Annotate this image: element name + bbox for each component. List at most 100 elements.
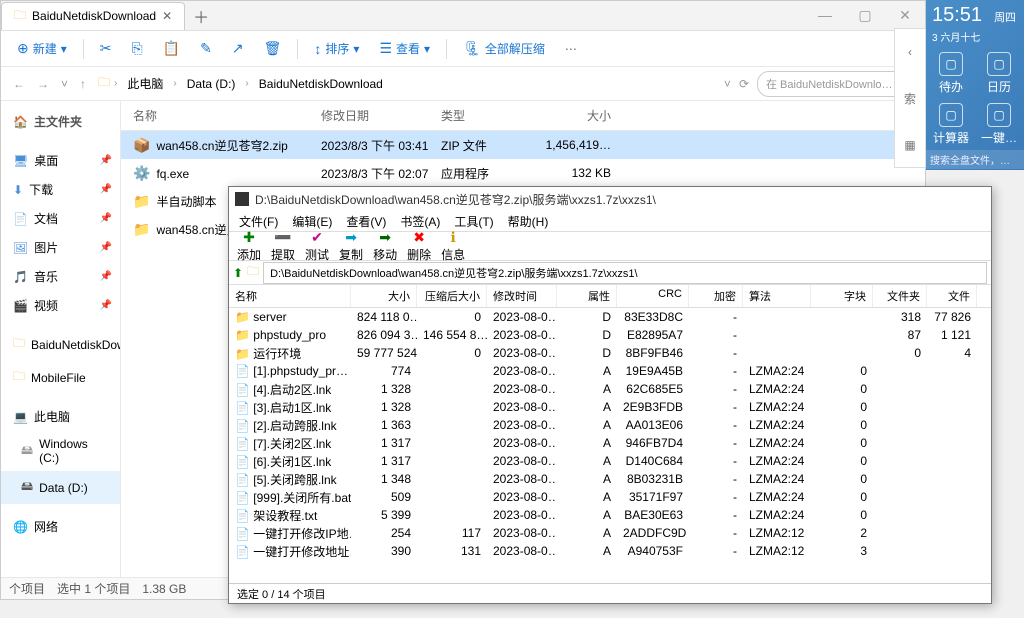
cut-button[interactable]: ✂ xyxy=(92,36,120,61)
sidebar-documents[interactable]: 📄文档📌 xyxy=(1,204,120,233)
zip-col-name[interactable]: 名称 xyxy=(229,285,351,307)
new-tab-button[interactable]: ＋ xyxy=(193,4,209,28)
file-icon: 📦 xyxy=(133,137,150,153)
column-size[interactable]: 大小 xyxy=(531,107,631,124)
tab-close-icon[interactable]: ✕ xyxy=(162,9,172,23)
zip-col-attr[interactable]: 属性 xyxy=(557,285,617,307)
file-row[interactable]: ⚙️fq.exe2023/8/3 下午 02:07应用程序132 KB xyxy=(121,159,925,187)
share-button[interactable]: ↗ xyxy=(224,36,252,61)
refresh-button[interactable]: ⟳ xyxy=(739,77,749,91)
delete-button[interactable]: 🗑 xyxy=(256,36,290,61)
widget-shortcut[interactable]: ▢待办 xyxy=(931,52,971,95)
chevron-left-icon[interactable]: ‹ xyxy=(908,45,912,59)
zip-row[interactable]: 📁 server824 118 0…02023-08-0…D83E33D8C-3… xyxy=(229,308,991,326)
new-button[interactable]: ⊕ 新建 ▾ xyxy=(9,36,75,61)
column-type[interactable]: 类型 xyxy=(441,107,531,124)
sidebar-pictures[interactable]: 🖼图片📌 xyxy=(1,233,120,262)
zip-cell-attr: D xyxy=(557,345,617,361)
view-button[interactable]: ☰ 查看 ▾ xyxy=(371,36,438,61)
recent-button[interactable]: ˅ xyxy=(57,73,72,95)
more-button[interactable]: ⋯ xyxy=(557,38,585,60)
close-button[interactable]: ✕ xyxy=(885,1,925,29)
widget-shortcut[interactable]: ▢日历 xyxy=(979,52,1019,95)
breadcrumb-item[interactable]: Data (D:) xyxy=(181,75,242,93)
up-button[interactable]: ↑ xyxy=(76,73,90,95)
zip-row[interactable]: 📄 [4].启动2区.lnk1 3282023-08-0…A62C685E5-L… xyxy=(229,380,991,398)
zip-col-crc[interactable]: CRC xyxy=(617,285,689,307)
breadcrumb-item[interactable]: BaiduNetdiskDownload xyxy=(253,75,389,93)
zip-extract-button[interactable]: ➖提取 xyxy=(267,229,299,263)
zip-cell-folders xyxy=(873,478,927,480)
column-name[interactable]: 名称 xyxy=(121,107,321,124)
zip-row[interactable]: 📄 [6].关闭1区.lnk1 3172023-08-0…AD140C684-L… xyxy=(229,452,991,470)
copy-button[interactable]: ⎘ xyxy=(124,36,151,61)
zip-cell-name: 📁 phpstudy_pro xyxy=(229,327,351,343)
zip-row[interactable]: 📄 [3].启动1区.lnk1 3282023-08-0…A2E9B3FDB-L… xyxy=(229,398,991,416)
sidebar-music[interactable]: 🎵音乐📌 xyxy=(1,262,120,291)
zip-col-block[interactable]: 字块 xyxy=(811,285,873,307)
tab[interactable]: 🗀 BaiduNetdiskDownload ✕ xyxy=(1,2,185,30)
zip-row[interactable]: 📄 一键打开修改地址…3901312023-08-0…AA940753F-LZM… xyxy=(229,542,991,560)
zip-move-button[interactable]: ➡移动 xyxy=(369,229,401,263)
zip-row[interactable]: 📄 架设教程.txt5 3992023-08-0…ABAE30E63-LZMA2… xyxy=(229,506,991,524)
sidebar-home[interactable]: 🏠 主文件夹 xyxy=(1,105,120,138)
forward-button[interactable]: → xyxy=(33,73,53,95)
zip-row[interactable]: 📄 [999].关闭所有.bat5092023-08-0…A35171F97-L… xyxy=(229,488,991,506)
zip-delete-button[interactable]: ✖删除 xyxy=(403,229,435,263)
sidebar-downloads[interactable]: ⬇下载📌 xyxy=(1,175,120,204)
sevenzip-icon xyxy=(235,192,249,206)
search-input[interactable]: 在 BaiduNetdiskDownlo… xyxy=(757,71,917,97)
zip-col-enc[interactable]: 加密 xyxy=(689,285,743,307)
sidebar-thispc[interactable]: 💻此电脑 xyxy=(1,402,120,431)
zip-menu-item[interactable]: 帮助(H) xyxy=(502,211,555,232)
zip-row[interactable]: 📁 运行环境59 777 52402023-08-0…D8BF9FB46-04 xyxy=(229,344,991,362)
sort-button[interactable]: ↕ 排序 ▾ xyxy=(306,36,367,61)
toolbar: ⊕ 新建 ▾ ✂ ⎘ 📋 ✎ ↗ 🗑 ↕ 排序 ▾ ☰ 查看 ▾ 🗜 全部解压缩… xyxy=(1,31,925,67)
zip-row[interactable]: 📄 [5].关闭跨服.lnk1 3482023-08-0…A8B03231B-L… xyxy=(229,470,991,488)
file-row[interactable]: 📦wan458.cn逆见苍穹2.zip2023/8/3 下午 03:41ZIP … xyxy=(121,131,925,159)
widget-shortcut[interactable]: ▢一键… xyxy=(979,103,1019,146)
zip-titlebar[interactable]: D:\BaiduNetdiskDownload\wan458.cn逆见苍穹2.z… xyxy=(229,187,991,211)
zip-col-algo[interactable]: 算法 xyxy=(743,285,811,307)
zip-col-folders[interactable]: 文件夹 xyxy=(873,285,927,307)
rename-button[interactable]: ✎ xyxy=(192,36,220,61)
up-icon[interactable]: ⬆ xyxy=(233,266,243,280)
zip-add-button[interactable]: ✚添加 xyxy=(233,229,265,263)
zip-cell-block xyxy=(811,316,873,318)
zip-col-mtime[interactable]: 修改时间 xyxy=(487,285,557,307)
back-button[interactable]: ← xyxy=(9,73,29,95)
maximize-button[interactable]: ▢ xyxy=(845,1,885,29)
chevron-down-icon[interactable]: ˅ xyxy=(724,77,731,91)
minimize-button[interactable]: — xyxy=(805,1,845,29)
zip-info-button[interactable]: ℹ信息 xyxy=(437,229,469,263)
zip-row[interactable]: 📄 [2].启动跨服.lnk1 3632023-08-0…AAA013E06-L… xyxy=(229,416,991,434)
zip-row[interactable]: 📄 一键打开修改IP地…2541172023-08-0…A2ADDFC9D-LZ… xyxy=(229,524,991,542)
breadcrumb-item[interactable]: 此电脑 xyxy=(121,73,169,94)
grid-icon[interactable]: ▦ xyxy=(904,138,915,152)
sidebar-network[interactable]: 🌐网络 xyxy=(1,512,120,541)
sidebar-folder[interactable]: 🗀BaiduNetdiskDow xyxy=(1,328,120,361)
zip-test-button[interactable]: ✔测试 xyxy=(301,229,333,263)
widget-shortcut[interactable]: ▢计算器 xyxy=(931,103,971,146)
extract-all-button[interactable]: 🗜 全部解压缩 xyxy=(455,36,553,61)
zip-row[interactable]: 📄 [1].phpstudy_pr…7742023-08-0…A19E9A45B… xyxy=(229,362,991,380)
zip-cell-name: 📄 [999].关闭所有.bat xyxy=(229,488,351,507)
column-date[interactable]: 修改日期 xyxy=(321,107,441,124)
zip-col-csize[interactable]: 压缩后大小 xyxy=(417,285,487,307)
sidebar-folder[interactable]: 🗀MobileFile xyxy=(1,361,120,394)
zip-cell-enc: - xyxy=(689,309,743,325)
zip-path-input[interactable]: D:\BaiduNetdiskDownload\wan458.cn逆见苍穹2.z… xyxy=(263,262,987,284)
zip-col-files[interactable]: 文件 xyxy=(927,285,977,307)
sidebar-label: 音乐 xyxy=(34,268,58,285)
desktop-search-hint[interactable]: 搜索全盘文件，… xyxy=(926,150,1024,169)
sidebar-drive-c[interactable]: 🖴Windows (C:) xyxy=(1,431,120,471)
sidebar-videos[interactable]: 🎬视频📌 xyxy=(1,291,120,320)
zip-col-size[interactable]: 大小 xyxy=(351,285,417,307)
breadcrumb[interactable]: 🗀 › 此电脑 › Data (D:) › BaiduNetdiskDownlo… xyxy=(98,73,716,94)
sidebar-drive-d[interactable]: 🖴Data (D:) xyxy=(1,471,120,504)
sidebar-desktop[interactable]: 🖥桌面📌 xyxy=(1,146,120,175)
zip-row[interactable]: 📄 [7].关闭2区.lnk1 3172023-08-0…A946FB7D4-L… xyxy=(229,434,991,452)
zip-row[interactable]: 📁 phpstudy_pro826 094 3…146 554 8…2023-0… xyxy=(229,326,991,344)
zip-copy-button[interactable]: ➡复制 xyxy=(335,229,367,263)
paste-button[interactable]: 📋 xyxy=(155,36,188,61)
